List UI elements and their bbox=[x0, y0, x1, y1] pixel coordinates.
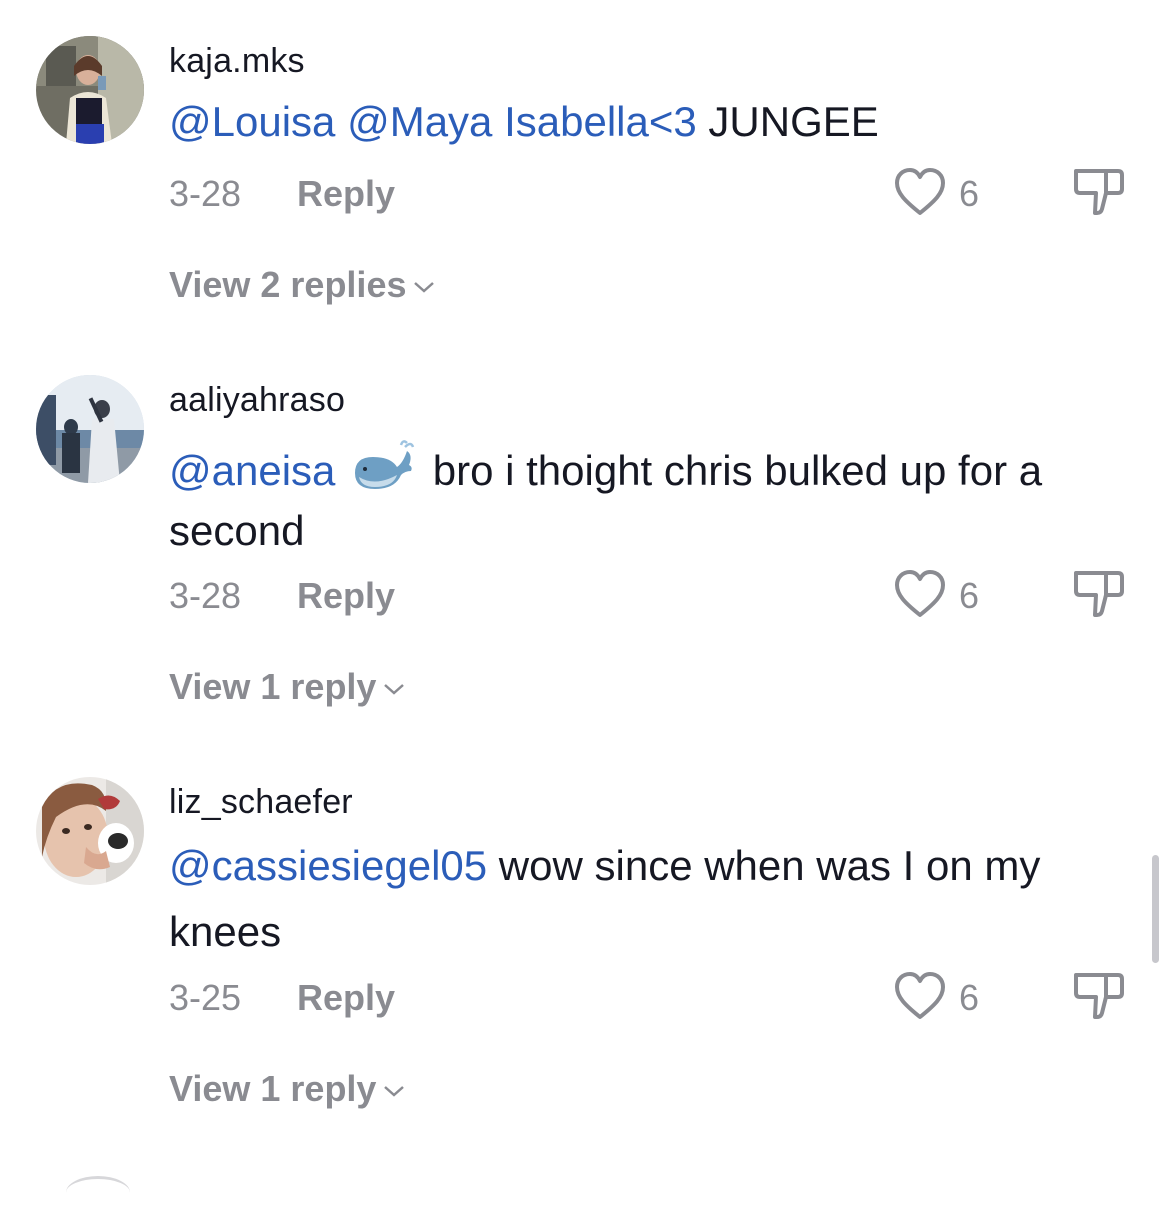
dislike-button[interactable] bbox=[1072, 167, 1126, 221]
mention-link[interactable]: @Maya Isabella<3 bbox=[347, 98, 697, 145]
view-replies-button[interactable]: View 2 replies bbox=[169, 264, 436, 306]
avatar-photo bbox=[36, 375, 144, 483]
like-button[interactable]: 6 bbox=[893, 569, 983, 623]
avatar-photo bbox=[36, 777, 144, 885]
avatar-photo bbox=[36, 36, 144, 144]
avatar[interactable] bbox=[36, 375, 144, 483]
reply-button[interactable]: Reply bbox=[297, 173, 395, 215]
chevron-down-icon bbox=[384, 1086, 405, 1098]
avatar[interactable] bbox=[36, 36, 144, 144]
comment-text: @aneisa bro i thoight chris bulked up fo… bbox=[169, 437, 1134, 561]
comment-text: @cassiesiegel05 wow since when was I on … bbox=[169, 833, 1134, 965]
like-button[interactable]: 6 bbox=[893, 167, 983, 221]
dislike-button[interactable] bbox=[1072, 569, 1126, 623]
whale-emoji bbox=[355, 440, 415, 489]
username[interactable]: kaja.mks bbox=[169, 42, 305, 81]
like-button[interactable]: 6 bbox=[893, 971, 983, 1025]
dislike-button[interactable] bbox=[1072, 971, 1126, 1025]
thumbs-down-outline-icon bbox=[1074, 169, 1124, 215]
heart-outline-icon bbox=[895, 168, 945, 215]
reply-button[interactable]: Reply bbox=[297, 977, 395, 1019]
mention-link[interactable]: @Louisa bbox=[169, 98, 335, 145]
heart-outline-icon bbox=[895, 972, 945, 1019]
chevron-down-icon bbox=[384, 684, 405, 696]
like-count: 6 bbox=[959, 173, 980, 214]
reply-button[interactable]: Reply bbox=[297, 575, 395, 617]
mention-link[interactable]: @cassiesiegel05 bbox=[169, 842, 487, 889]
thumbs-down-outline-icon bbox=[1074, 571, 1124, 617]
view-replies-button[interactable]: View 1 reply bbox=[169, 1068, 406, 1110]
view-replies-label: View 1 reply bbox=[169, 666, 377, 707]
view-replies-button[interactable]: View 1 reply bbox=[169, 666, 406, 708]
scrollbar-thumb[interactable] bbox=[1152, 855, 1159, 963]
comment-date: 3-28 bbox=[169, 173, 242, 214]
avatar[interactable] bbox=[36, 777, 144, 885]
next-comment-avatar-edge bbox=[66, 1176, 130, 1209]
mention-link[interactable]: @aneisa bbox=[169, 447, 335, 494]
comment-date: 3-25 bbox=[169, 977, 242, 1018]
comment-text: @Louisa @Maya Isabella<3 JUNGEE bbox=[169, 92, 1134, 152]
view-replies-label: View 2 replies bbox=[169, 264, 407, 305]
username[interactable]: aaliyahraso bbox=[169, 381, 345, 420]
username[interactable]: liz_schaefer bbox=[169, 783, 353, 822]
heart-outline-icon bbox=[895, 570, 945, 617]
view-replies-label: View 1 reply bbox=[169, 1068, 377, 1109]
comment-date: 3-28 bbox=[169, 575, 242, 616]
like-count: 6 bbox=[959, 575, 980, 616]
comment-body: JUNGEE bbox=[696, 98, 879, 145]
like-count: 6 bbox=[959, 977, 980, 1018]
thumbs-down-outline-icon bbox=[1074, 973, 1124, 1019]
chevron-down-icon bbox=[414, 282, 435, 294]
